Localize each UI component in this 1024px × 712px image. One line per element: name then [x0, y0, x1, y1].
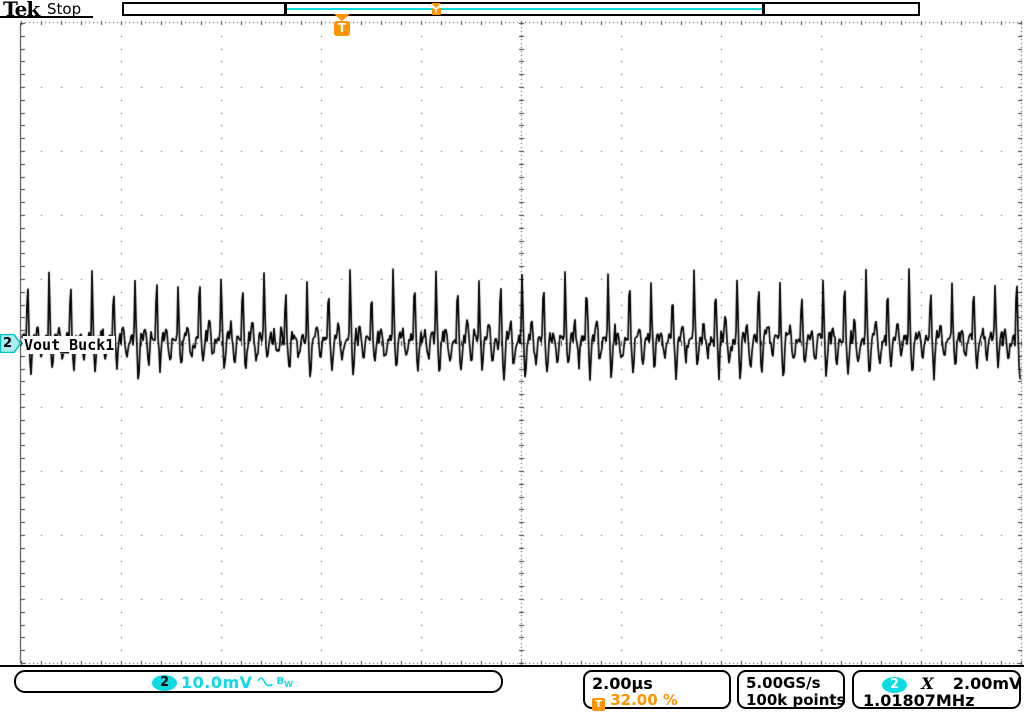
record-view-bar[interactable]: T [122, 2, 920, 16]
record-trigger-t-icon: T [432, 8, 441, 15]
record-window-right-bracket [762, 4, 765, 14]
graticule-waveform-canvas [0, 0, 1024, 712]
channel-readout-box[interactable]: 2 10.0mV BW [14, 670, 503, 693]
record-trigger-marker[interactable]: T [431, 3, 441, 15]
trigger-t-icon: T [334, 21, 350, 36]
record-waveform-preview-line [287, 8, 762, 10]
bandwidth-limit-icon: BW [277, 676, 293, 689]
trigger-frequency-value: 1.01807MHz [863, 691, 975, 710]
channel-2-position-marker[interactable]: 2 [0, 334, 21, 353]
oscilloscope-screen: Tek Stop T T 2 Vout_Buck1 2 10.0mV [0, 0, 1024, 712]
logo-underline [0, 16, 93, 18]
record-length-value: 100k points [746, 691, 845, 709]
trigger-t-small-icon: T [592, 698, 605, 711]
trigger-position-line: T 32.00 % [592, 691, 678, 711]
trigger-triangle-icon [334, 14, 350, 21]
channel-badge: 2 [152, 675, 177, 691]
channel-label: Vout_Buck1 [23, 336, 115, 354]
timebase-readout-box[interactable]: 2.00µs T 32.00 % [583, 670, 731, 709]
graticule-bottom-separator [0, 665, 1024, 667]
ac-coupling-icon [257, 677, 273, 689]
channel-marker-number: 2 [3, 336, 12, 351]
trigger-readout-box[interactable]: 2 X 2.00mV 1.01807MHz [852, 670, 1021, 709]
trigger-position-marker[interactable]: T [334, 14, 350, 36]
channel-scale: 10.0mV [181, 673, 253, 692]
sample-rate-value: 5.00GS/s [746, 674, 821, 692]
trigger-position-value: 32.00 % [610, 691, 678, 709]
acquisition-readout-box[interactable]: 5.00GS/s 100k points [737, 670, 845, 709]
